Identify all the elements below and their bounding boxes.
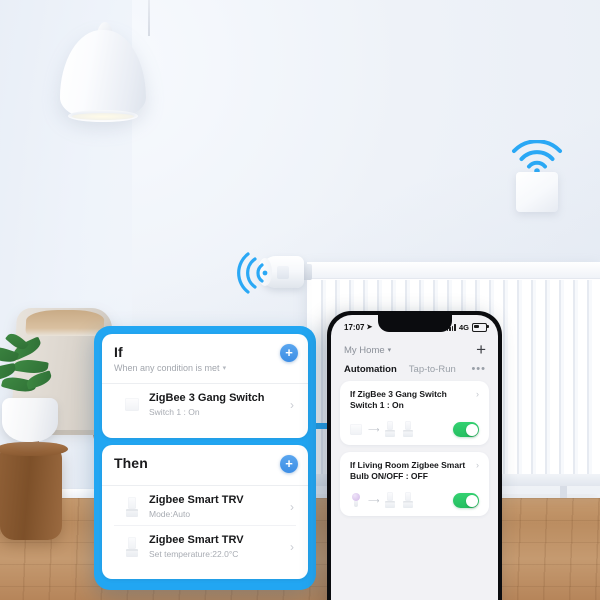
automation-callout-cards: + If When any condition is met ▾ ZigBee …: [94, 326, 316, 590]
automation-card-body: ⟶: [350, 492, 479, 509]
trv-display: [277, 266, 289, 279]
then-device-texts: Zigbee Smart TRV Mode:Auto: [149, 493, 281, 520]
automation-enable-toggle[interactable]: [453, 493, 479, 508]
automation-card-header: If ZigBee 3 Gang Switch Switch 1 : On ›: [350, 389, 479, 411]
tab-automation[interactable]: Automation: [344, 364, 397, 375]
network-type-label: 4G: [458, 322, 469, 332]
chevron-right-icon: ›: [290, 397, 294, 412]
wooden-side-table: [0, 448, 62, 540]
side-table-top: [0, 442, 68, 456]
pendant-lamp-glow: [72, 113, 134, 120]
if-device-state: Switch 1 : On: [149, 407, 200, 417]
product-lifestyle-scene: + If When any condition is met ▾ ZigBee …: [0, 0, 600, 600]
then-device-row[interactable]: Zigbee Smart TRV Mode:Auto ›: [114, 486, 296, 525]
automation-enable-toggle[interactable]: [453, 422, 479, 437]
chevron-down-icon: ▾: [387, 347, 392, 354]
trv-device-icon: [384, 492, 396, 509]
chevron-right-icon: ›: [476, 389, 479, 399]
automation-card-body: ⟶: [350, 421, 479, 438]
bulb-device-icon: [350, 492, 362, 509]
then-card-title: Then: [114, 455, 148, 471]
zigbee-3-gang-wall-switch: [516, 172, 558, 212]
trv-device-icon: [384, 421, 396, 438]
chevron-right-icon: ›: [290, 539, 294, 554]
then-device-state: Mode:Auto: [149, 509, 191, 519]
status-bar-time: 17:07: [344, 322, 365, 332]
chevron-right-icon: ›: [290, 499, 294, 514]
if-card-subtitle[interactable]: When any condition is met ▾: [114, 363, 296, 374]
chevron-right-icon: ›: [476, 460, 479, 470]
add-condition-button[interactable]: +: [280, 344, 298, 362]
radiator-top-grille: [307, 262, 600, 279]
home-name-label: My Home: [344, 344, 385, 356]
if-device-texts: ZigBee 3 Gang Switch Switch 1 : On: [149, 391, 281, 418]
trv-device-icon: [402, 492, 414, 509]
automation-card[interactable]: If Living Room Zigbee Smart Bulb ON/OFF …: [340, 452, 489, 516]
add-automation-button[interactable]: +: [476, 341, 486, 358]
battery-icon: [472, 322, 489, 332]
phone-screen: 17:07 ➤ 4G My Home ▾ + Automation Tap-to…: [331, 315, 498, 600]
more-options-icon[interactable]: •••: [471, 364, 486, 375]
trv-signal-icon: [232, 252, 268, 294]
automation-title: If Living Room Zigbee Smart Bulb ON/OFF …: [350, 460, 466, 481]
if-card-subtitle-text: When any condition is met: [114, 363, 220, 373]
then-device-name: Zigbee Smart TRV: [149, 534, 244, 546]
then-action-card: + Then Zigbee Smart TRV Mode:Auto › Zigb…: [102, 445, 308, 579]
status-bar-left: 17:07 ➤: [344, 323, 372, 332]
if-card-title: If: [114, 344, 123, 360]
phone-app-bar: My Home ▾ +: [331, 337, 498, 361]
flow-arrow-icon: ⟶: [368, 425, 380, 434]
wall-switch-wifi-icon: [511, 140, 563, 174]
trv-device-icon: [124, 536, 140, 558]
radiator-leg-right: [560, 486, 567, 498]
phone-notch: [377, 315, 452, 332]
armchair-inner-cushion: [25, 310, 105, 336]
automation-card[interactable]: If ZigBee 3 Gang Switch Switch 1 : On › …: [340, 381, 489, 445]
status-bar-right: 4G: [446, 322, 489, 332]
add-action-button[interactable]: +: [280, 455, 298, 473]
then-device-texts: Zigbee Smart TRV Set temperature:22.0°C: [149, 533, 281, 560]
phone-tabs: Automation Tap-to-Run •••: [331, 361, 498, 381]
home-selector[interactable]: My Home ▾: [344, 345, 391, 356]
switch-device-icon: [124, 394, 140, 416]
if-device-row[interactable]: ZigBee 3 Gang Switch Switch 1 : On ›: [114, 384, 296, 423]
trv-device-icon: [124, 496, 140, 518]
switch-device-icon: [350, 421, 362, 438]
if-device-name: ZigBee 3 Gang Switch: [149, 392, 265, 404]
then-device-row[interactable]: Zigbee Smart TRV Set temperature:22.0°C …: [114, 525, 296, 565]
automation-card-header: If Living Room Zigbee Smart Bulb ON/OFF …: [350, 460, 479, 482]
if-condition-card: + If When any condition is met ▾ ZigBee …: [102, 334, 308, 438]
potted-plant: [0, 330, 68, 410]
flow-arrow-icon: ⟶: [368, 496, 380, 505]
chevron-down-icon: ▾: [222, 365, 227, 372]
tab-tap-to-run[interactable]: Tap-to-Run: [409, 364, 456, 375]
then-device-state: Set temperature:22.0°C: [149, 549, 239, 559]
then-device-name: Zigbee Smart TRV: [149, 494, 244, 506]
automation-title: If ZigBee 3 Gang Switch Switch 1 : On: [350, 389, 447, 410]
trv-device-icon: [402, 421, 414, 438]
pendant-lamp-cord: [148, 0, 150, 36]
smartphone-mockup: 17:07 ➤ 4G My Home ▾ + Automation Tap-to…: [327, 311, 502, 600]
location-arrow-icon: ➤: [366, 324, 373, 331]
